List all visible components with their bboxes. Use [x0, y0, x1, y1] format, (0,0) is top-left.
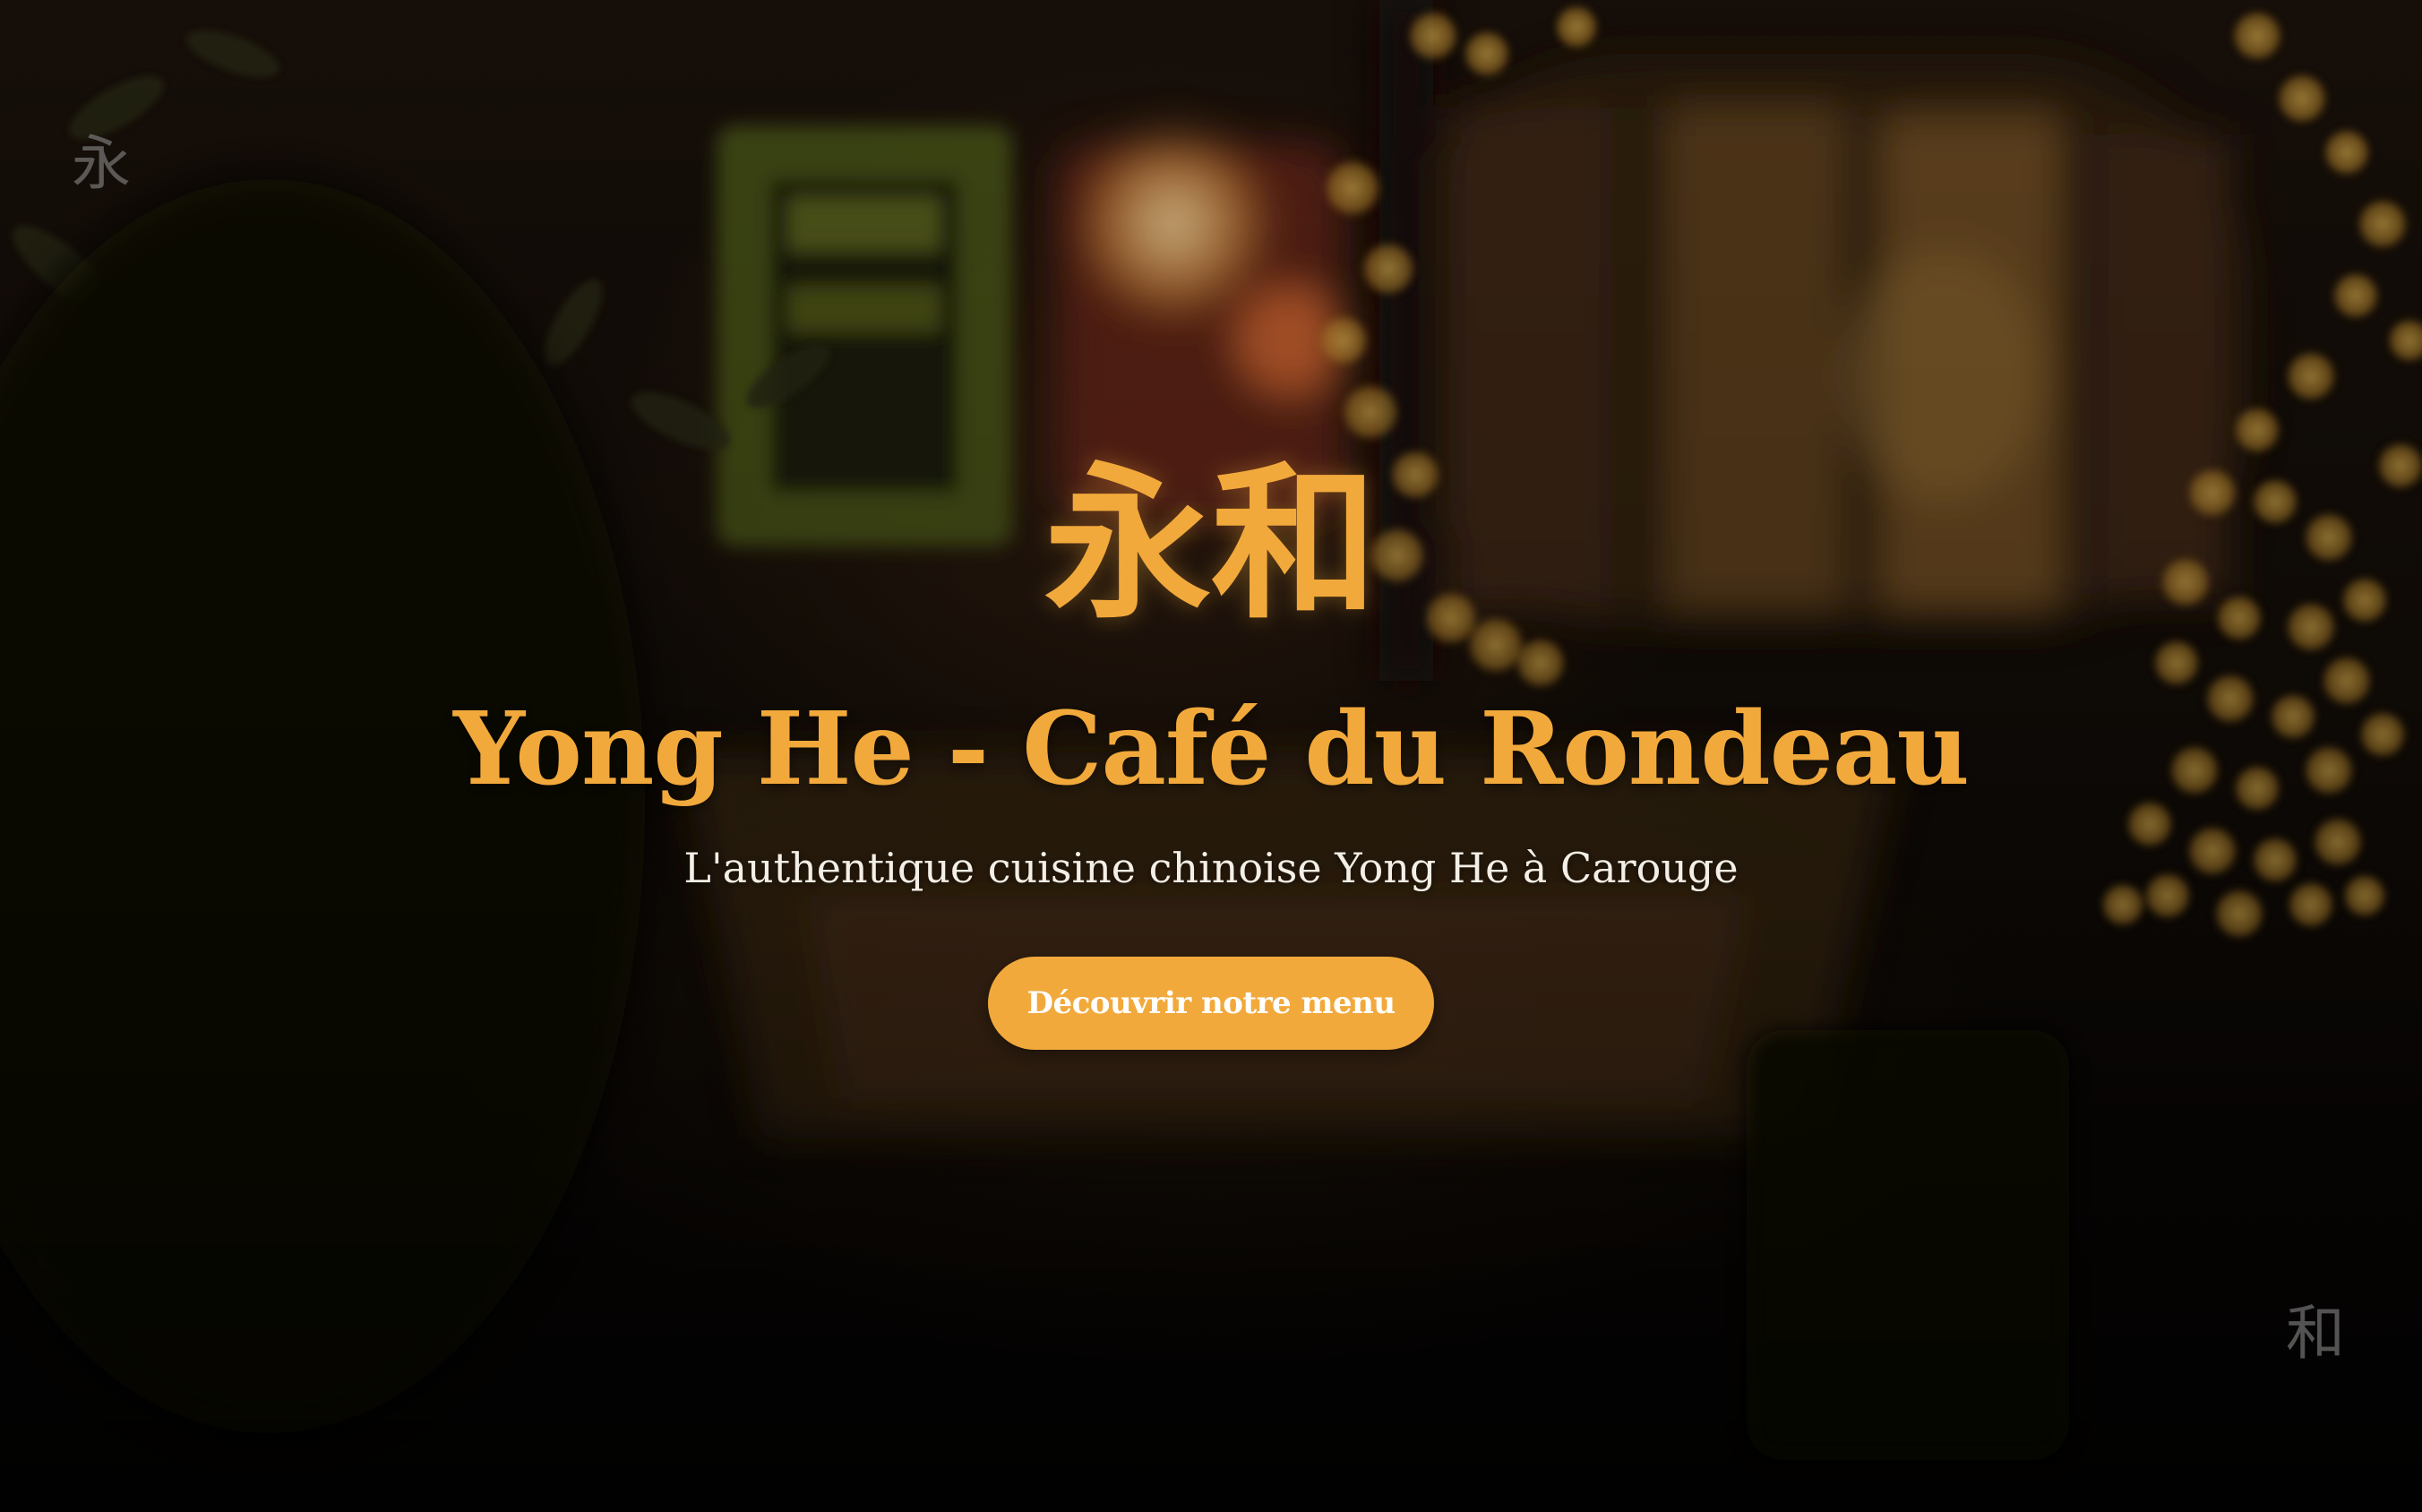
page-title: Yong He - Café du Rondeau — [453, 691, 1970, 808]
hero-content: 永和 Yong He - Café du Rondeau L'authentiq… — [0, 0, 2422, 1512]
hero-section: 永 和 永和 Yong He - Café du Rondeau L'authe… — [0, 0, 2422, 1512]
chinese-logo-text: 永和 — [1044, 447, 1378, 641]
discover-menu-button[interactable]: Découvrir notre menu — [988, 957, 1434, 1050]
page-subtitle: L'authentique cuisine chinoise Yong He à… — [683, 844, 1739, 892]
